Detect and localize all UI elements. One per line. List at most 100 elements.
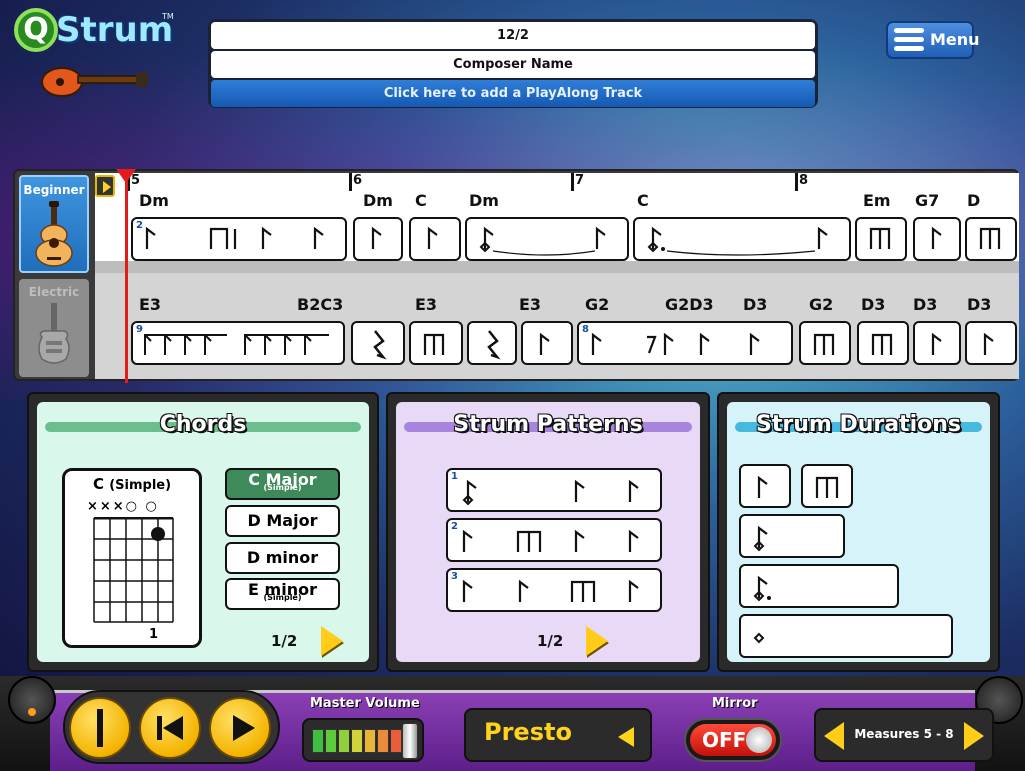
strum-box[interactable]	[799, 321, 851, 365]
mirror-label: Mirror	[712, 696, 758, 711]
volume-segment	[325, 729, 337, 753]
pattern-number: 2	[136, 220, 143, 231]
master-volume-slider[interactable]	[302, 718, 424, 762]
chord-diagram: C (Simple) ×××○ ○ 1	[62, 468, 202, 648]
mirror-toggle[interactable]: OFF	[684, 718, 782, 762]
chord-label[interactable]: D3	[743, 295, 767, 314]
chord-option-label: D Major	[247, 511, 318, 530]
playhead-cursor[interactable]	[116, 169, 136, 383]
chord-label[interactable]: Dm	[363, 191, 393, 210]
chord-label[interactable]: Dm	[469, 191, 499, 210]
sixteenth-run-icon	[144, 334, 329, 355]
strum-box[interactable]	[855, 217, 907, 261]
strum-box[interactable]	[633, 217, 851, 261]
song-header: 12/2 Composer Name Click here to add a P…	[208, 19, 818, 108]
instrument-electric-label: Electric	[28, 285, 80, 299]
strum-box[interactable]: 9	[131, 321, 345, 365]
pattern-number: 9	[136, 324, 143, 335]
strum-box[interactable]	[351, 321, 405, 365]
time-signature-field[interactable]: 12/2	[211, 22, 815, 49]
tempo-value: Presto	[484, 718, 572, 746]
instrument-electric[interactable]: Electric	[19, 279, 89, 377]
strum-box[interactable]: 8	[577, 321, 793, 365]
strum-box[interactable]	[465, 217, 629, 261]
strum-pattern-3[interactable]: 3	[446, 568, 662, 612]
strum-box[interactable]	[965, 217, 1017, 261]
strum-pattern-1[interactable]: 1	[446, 468, 662, 512]
strum-patterns-inner: Strum Patterns 1 2 3 1/2	[396, 402, 700, 662]
logo-tm: TM	[162, 12, 174, 21]
add-playalong-button[interactable]: Click here to add a PlayAlong Track	[211, 80, 815, 107]
strum-box[interactable]	[965, 321, 1017, 365]
stop-button[interactable]	[69, 697, 131, 759]
instrument-beginner[interactable]: Beginner	[19, 175, 89, 273]
chord-option-e-minor[interactable]: E minor (Simple)	[225, 578, 340, 610]
volume-thumb[interactable]	[402, 723, 418, 759]
pattern-2-notes-icon	[462, 529, 639, 552]
chord-label[interactable]: G2	[809, 295, 833, 314]
duration-eighths[interactable]	[801, 464, 853, 508]
measure-number: 7	[575, 173, 585, 188]
duration-half[interactable]	[739, 514, 845, 558]
next-measures-arrow-icon[interactable]	[964, 722, 984, 750]
chord-label[interactable]: G7	[915, 191, 939, 210]
strum-box[interactable]	[467, 321, 517, 365]
chord-label[interactable]: D	[967, 191, 980, 210]
strum-box[interactable]	[409, 217, 461, 261]
chords-next-arrow-icon[interactable]	[321, 626, 343, 656]
menu-button[interactable]: Menu	[886, 21, 980, 59]
chord-option-c-major[interactable]: C Major (Simple)	[225, 468, 340, 500]
duration-quarter[interactable]	[739, 464, 791, 508]
volume-segment	[338, 729, 350, 753]
fretboard-grid	[93, 517, 174, 623]
chord-label[interactable]: E3	[415, 295, 437, 314]
strum-box[interactable]	[409, 321, 463, 365]
strum-pattern-2[interactable]: 2	[446, 518, 662, 562]
patterns-next-arrow-icon[interactable]	[586, 626, 608, 656]
composer-field[interactable]: Composer Name	[211, 51, 815, 78]
chord-option-d-major[interactable]: D Major	[225, 505, 340, 537]
chord-label[interactable]: D3	[967, 295, 991, 314]
whole-note-icon	[753, 632, 765, 644]
tempo-selector[interactable]: Presto	[464, 708, 652, 762]
play-from-start-button[interactable]	[95, 175, 115, 197]
chord-label[interactable]: G2D3	[665, 295, 714, 314]
rest-icon	[373, 330, 387, 360]
lane-electric: E3 B2C3 E3 E3 G2 G2D3 D3 G2 D3 D3 D3 9 8	[95, 273, 1019, 379]
tempo-arrow-icon[interactable]	[618, 727, 634, 747]
instrument-selector: Beginner Electric	[19, 175, 91, 377]
pattern-3-notes-icon	[462, 579, 639, 602]
duration-whole[interactable]	[739, 614, 953, 658]
pattern-1-notes-icon	[462, 479, 639, 506]
mirror-toggle-knob	[746, 727, 772, 753]
chord-label[interactable]: E3	[139, 295, 161, 314]
eighth-pair-icon	[979, 227, 1001, 249]
strum-box[interactable]	[913, 321, 961, 365]
chord-label[interactable]: Dm	[139, 191, 169, 210]
playback-controls	[63, 690, 280, 764]
strum-box[interactable]: 2	[131, 217, 347, 261]
chord-option-d-minor[interactable]: D minor	[225, 542, 340, 574]
volume-segment	[390, 729, 402, 753]
rewind-button[interactable]	[139, 697, 201, 759]
chord-label[interactable]: B2C3	[297, 295, 343, 314]
half-note-icon	[753, 525, 768, 552]
chord-label[interactable]: G2	[585, 295, 609, 314]
chord-label[interactable]: D3	[913, 295, 937, 314]
strum-box[interactable]	[353, 217, 403, 261]
strum-box[interactable]	[857, 321, 909, 365]
strum-durations-panel: Strum Durations	[717, 392, 1000, 672]
chord-label[interactable]: C	[415, 191, 427, 210]
quarter-note-icon	[427, 226, 438, 249]
play-button[interactable]	[209, 697, 271, 759]
strum-box[interactable]	[521, 321, 573, 365]
chord-label[interactable]: D3	[861, 295, 885, 314]
strum-box[interactable]	[913, 217, 961, 261]
chords-panel: Chords C (Simple) ×××○ ○ 1 C Major (Simp…	[27, 392, 379, 672]
eighth-pair-icon	[813, 333, 835, 355]
logo-guitar-icon	[41, 67, 148, 97]
duration-dotted-half[interactable]	[739, 564, 899, 608]
chord-label[interactable]: E3	[519, 295, 541, 314]
chord-label[interactable]: C	[637, 191, 649, 210]
chord-label[interactable]: Em	[863, 191, 891, 210]
